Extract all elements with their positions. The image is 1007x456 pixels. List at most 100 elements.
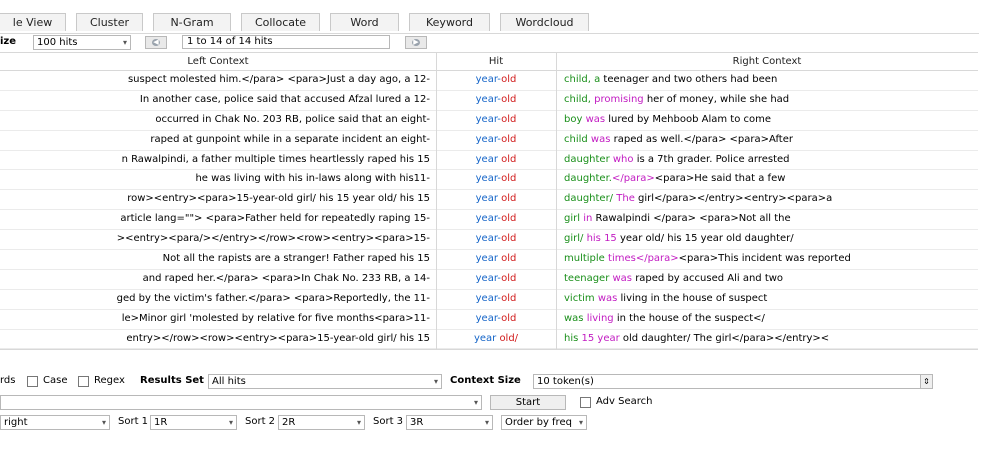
hit-keyword: year-old: [476, 313, 517, 324]
hit-keyword: year old: [476, 154, 517, 165]
context-token: victim: [564, 292, 595, 304]
order-select[interactable]: Order by freq ▾: [501, 415, 587, 430]
left-context-cell: ><entry><para/></entry></row><row><entry…: [116, 233, 430, 245]
hit-cell: year-old: [436, 270, 556, 288]
context-size-spinner[interactable]: ⇕: [920, 374, 933, 389]
hit-keyword-part: old: [501, 153, 517, 165]
context-size-field[interactable]: 10 token(s): [533, 374, 933, 389]
results-set-select[interactable]: All hits ▾: [208, 374, 442, 389]
hit-keyword: year-old: [476, 173, 517, 184]
table-row[interactable]: and raped her.</para> <para>In Chak No. …: [0, 270, 978, 290]
context-token: promising: [590, 93, 644, 105]
hit-keyword-part: year-: [475, 113, 502, 125]
spinner-icon: ⇕: [923, 377, 930, 386]
adv-search-checkbox[interactable]: [580, 397, 591, 408]
hit-cell: year old/: [436, 330, 556, 348]
hit-keyword: year-old: [476, 94, 517, 105]
left-context-cell: raped at gunpoint while in a separate in…: [150, 133, 430, 145]
hit-cell: year old: [436, 151, 556, 169]
right-context-cell: was living in the house of the suspect</: [556, 310, 978, 328]
tab-cluster[interactable]: Cluster: [76, 13, 143, 31]
regex-checkbox[interactable]: [78, 376, 89, 387]
sort-position-select[interactable]: right ▾: [0, 415, 110, 430]
tab-n-gram[interactable]: N-Gram: [153, 13, 231, 31]
context-token: boy: [564, 113, 583, 125]
sort3-select[interactable]: 3R ▾: [406, 415, 493, 430]
left-context-header[interactable]: Left Context: [0, 53, 436, 70]
left-context-cell: entry></row><row><entry><para>15-year-ol…: [126, 332, 430, 344]
context-token: was: [582, 113, 606, 125]
context-token: <para>He said that a few: [654, 173, 786, 185]
hit-keyword-part: old: [501, 133, 517, 145]
context-token: The: [613, 193, 635, 205]
table-row[interactable]: occurred in Chak No. 203 RB, police said…: [0, 111, 978, 131]
table-row[interactable]: n Rawalpindi, a father multiple times he…: [0, 151, 978, 171]
tab-keyword[interactable]: Keyword: [409, 13, 490, 31]
hit-keyword: year-old: [476, 233, 517, 244]
table-row[interactable]: row><entry><para>15-year-old girl/ his 1…: [0, 190, 978, 211]
hit-keyword-part: year-: [475, 292, 502, 304]
context-token: Rawalpindi </para> <para>Not all the: [592, 213, 791, 225]
context-token: was: [564, 312, 584, 324]
table-row[interactable]: le>Minor girl 'molested by relative for …: [0, 310, 978, 330]
table-row[interactable]: In another case, police said that accuse…: [0, 91, 978, 111]
table-row[interactable]: article lang=""> <para>Father held for r…: [0, 210, 978, 231]
table-row[interactable]: entry></row><row><entry><para>15-year-ol…: [0, 330, 978, 350]
previous-page-button[interactable]: ◀: [145, 36, 167, 49]
search-query-input[interactable]: ▾: [0, 395, 482, 410]
tab-le-view[interactable]: le View: [0, 13, 66, 31]
words-label: rds: [0, 375, 16, 386]
tab-word[interactable]: Word: [330, 13, 399, 31]
left-context-cell: article lang=""> <para>Father held for r…: [120, 213, 430, 225]
left-context-cell: ged by the victim's father.</para> <para…: [116, 292, 430, 304]
hit-cell: year old: [436, 250, 556, 268]
hit-keyword-part: year-: [475, 133, 502, 145]
hit-keyword-part: year: [475, 253, 502, 265]
right-context-header[interactable]: Right Context: [556, 53, 978, 70]
tab-divider: [0, 33, 979, 34]
next-page-button[interactable]: ▶: [405, 36, 427, 49]
arrow-left-icon: ◀: [152, 38, 160, 46]
right-context-cell: daughter/ The girl</para></entry><entry>…: [556, 190, 978, 208]
hit-keyword-part: old: [501, 193, 517, 205]
case-checkbox[interactable]: [27, 376, 38, 387]
hit-cell: year-old: [436, 111, 556, 129]
table-row[interactable]: Not all the rapists are a stranger! Fath…: [0, 250, 978, 270]
regex-label: Regex: [94, 375, 125, 386]
hit-header[interactable]: Hit: [436, 53, 556, 70]
hit-keyword-part: old: [501, 173, 517, 185]
sort2-select[interactable]: 2R ▾: [278, 415, 365, 430]
table-row[interactable]: ><entry><para/></entry></row><row><entry…: [0, 230, 978, 251]
tab-collocate[interactable]: Collocate: [241, 13, 320, 31]
hit-keyword-part: old: [501, 312, 517, 324]
hit-keyword-part: old: [501, 272, 517, 284]
hit-keyword-part: year-: [475, 272, 502, 284]
hit-keyword: year old/: [474, 333, 518, 344]
hit-keyword-part: old: [501, 113, 517, 125]
right-context-cell: his 15 year old daughter/ The girl</para…: [556, 330, 978, 348]
hit-cell: year-old: [436, 71, 556, 89]
hit-keyword-part: year-: [475, 93, 502, 105]
table-row[interactable]: ged by the victim's father.</para> <para…: [0, 290, 978, 310]
arrow-right-icon: ▶: [412, 38, 420, 46]
start-button[interactable]: Start: [490, 395, 566, 410]
table-row[interactable]: he was living with his in-laws along wit…: [0, 170, 978, 191]
right-context-cell: victim was living in the house of suspec…: [556, 290, 978, 308]
context-token: child: [564, 133, 588, 145]
context-token: <para>This incident was reported: [678, 253, 851, 265]
context-token: is a 7th grader. Police arrested: [633, 153, 790, 165]
context-size-value: 10 token(s): [537, 376, 594, 387]
chevron-down-icon: ▾: [473, 398, 478, 407]
hit-keyword-part: year: [475, 153, 502, 165]
table-row[interactable]: suspect molested him.</para> <para>Just …: [0, 71, 978, 91]
right-context-cell: multiple times</para><para>This incident…: [556, 250, 978, 268]
sort1-select[interactable]: 1R ▾: [150, 415, 237, 430]
context-token: lured by Mehboob Alam to come: [605, 113, 772, 125]
tab-wordcloud[interactable]: Wordcloud: [500, 13, 589, 31]
chevron-down-icon: ▾: [578, 418, 583, 427]
hits-per-page-select[interactable]: 100 hits ▾: [33, 35, 131, 50]
left-context-cell: row><entry><para>15-year-old girl/ his 1…: [127, 193, 430, 205]
table-row[interactable]: raped at gunpoint while in a separate in…: [0, 131, 978, 151]
hits-per-page-value: 100 hits: [37, 37, 78, 48]
context-token: times</para>: [604, 253, 679, 265]
